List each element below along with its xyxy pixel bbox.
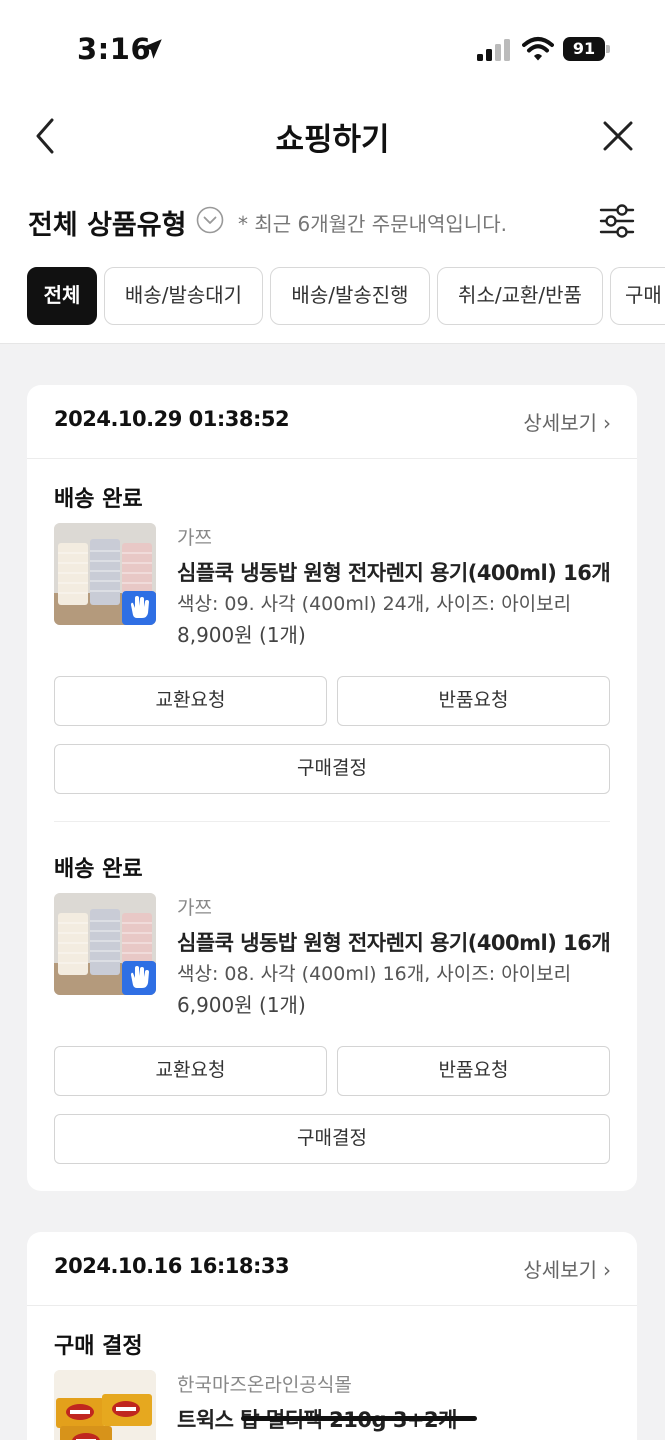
order-card-header: 2024.10.29 01:38:52 상세보기 › [27, 385, 637, 459]
product-thumbnail[interactable] [54, 523, 156, 625]
status-tabs: 전체 배송/발송대기 배송/발송진행 취소/교환/반품 구매 [27, 267, 665, 325]
cellular-signal-icon [477, 39, 510, 61]
product-thumbnail[interactable] [54, 1370, 156, 1440]
return-request-button[interactable]: 반품요청 [337, 1046, 610, 1096]
chevron-right-icon: › [603, 411, 611, 435]
status-bar: 3:16 91 [0, 0, 665, 100]
delivery-status: 배송 완료 [54, 857, 143, 882]
page-title: 쇼핑하기 [275, 122, 390, 158]
location-arrow-icon [142, 39, 162, 59]
tab-purchase[interactable]: 구매 [610, 267, 665, 325]
order-item: 구매 결정 한국마즈온라인공식몰 트윅스 탑 멀티팩 210g 3+2개 [27, 1328, 637, 1440]
chevron-right-icon: › [603, 1258, 611, 1282]
order-item: 배송 완료 가쯔 심플쿡 냉동밥 원형 전자렌지 용기(400ml) 16개 색… [27, 851, 637, 1164]
product-image [54, 523, 156, 625]
exchange-request-button[interactable]: 교환요청 [54, 676, 327, 726]
delivery-status: 배송 완료 [54, 487, 143, 512]
view-detail-link[interactable]: 상세보기 › [523, 407, 611, 436]
filter-settings-icon[interactable] [598, 204, 636, 238]
product-price: 8,900원 (1개) [177, 623, 306, 647]
redaction-bar [241, 1416, 477, 1421]
order-date: 2024.10.29 01:38:52 [54, 407, 290, 431]
product-option: 색상: 09. 사각 (400ml) 24개, 사이즈: 아이보리 [177, 593, 572, 615]
filter-note: * 최근 6개월간 주문내역입니다. [238, 212, 507, 236]
battery-indicator: 91 [563, 37, 611, 61]
product-type-filter[interactable]: 전체 상품유형 [28, 203, 186, 242]
tab-cancel-exchange-return[interactable]: 취소/교환/반품 [437, 267, 603, 325]
view-detail-link[interactable]: 상세보기 › [523, 1254, 611, 1283]
purchase-status: 구매 결정 [54, 1334, 143, 1359]
exchange-request-button[interactable]: 교환요청 [54, 1046, 327, 1096]
product-image [54, 893, 156, 995]
order-card: 2024.10.29 01:38:52 상세보기 › 배송 완료 가쯔 심플쿡 … [27, 385, 637, 1191]
tab-shipping-waiting[interactable]: 배송/발송대기 [104, 267, 263, 325]
product-option: 색상: 08. 사각 (400ml) 16개, 사이즈: 아이보리 [177, 963, 572, 985]
order-card-header: 2024.10.16 16:18:33 상세보기 › [27, 1232, 637, 1306]
seller-name: 가쯔 [177, 527, 212, 549]
return-request-button[interactable]: 반품요청 [337, 676, 610, 726]
product-name[interactable]: 심플쿡 냉동밥 원형 전자렌지 용기(400ml) 16개 [177, 927, 611, 957]
order-card: 2024.10.16 16:18:33 상세보기 › 구매 결정 한국마즈온라인공… [27, 1232, 637, 1440]
top-section: 3:16 91 쇼핑하기 전체 상품유형 * 최근 6개월간 주문내역입니다. [0, 0, 665, 344]
order-date: 2024.10.16 16:18:33 [54, 1254, 290, 1278]
order-item: 배송 완료 가쯔 심플쿡 냉동밥 원형 전자렌지 용기(400ml) 16개 색… [27, 481, 637, 794]
close-icon[interactable] [600, 118, 636, 154]
product-image [54, 1370, 156, 1440]
product-name[interactable]: 심플쿡 냉동밥 원형 전자렌지 용기(400ml) 16개 [177, 557, 611, 587]
tab-shipping-progress[interactable]: 배송/발송진행 [270, 267, 430, 325]
confirm-purchase-button[interactable]: 구매결정 [54, 1114, 610, 1164]
seller-name: 가쯔 [177, 897, 212, 919]
tab-all[interactable]: 전체 [27, 267, 97, 325]
wifi-icon [522, 37, 554, 61]
product-price: 6,900원 (1개) [177, 993, 306, 1017]
chevron-down-circle-icon[interactable] [196, 206, 224, 234]
battery-level: 91 [563, 37, 605, 61]
confirm-purchase-button[interactable]: 구매결정 [54, 744, 610, 794]
seller-name: 한국마즈온라인공식몰 [177, 1374, 352, 1396]
product-thumbnail[interactable] [54, 893, 156, 995]
